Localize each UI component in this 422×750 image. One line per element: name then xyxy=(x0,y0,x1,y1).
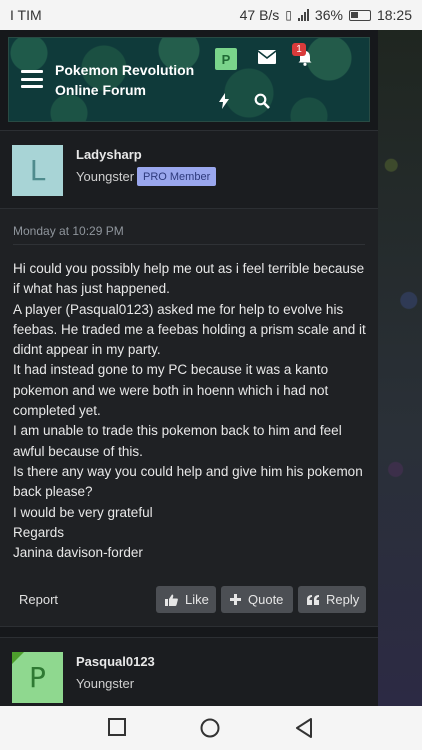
battery-percent: 36% xyxy=(314,7,343,23)
battery-icon xyxy=(348,9,371,21)
clock: 18:25 xyxy=(376,7,412,23)
post-paragraph: Regards xyxy=(13,524,65,540)
post-paragraph: Is there any way you could help and give… xyxy=(13,463,363,500)
avatar[interactable]: L xyxy=(12,145,63,196)
post: P Pasqual0123 Youngster xyxy=(0,637,378,716)
post-date[interactable]: Monday at 10:29 PM xyxy=(13,224,124,238)
background-artwork xyxy=(378,30,422,706)
username-link[interactable]: Ladysharp xyxy=(76,147,142,162)
plus-icon xyxy=(230,594,241,605)
post-paragraph: Janina davison-forder xyxy=(13,545,143,561)
forum-title[interactable]: Pokemon Revolution Online Forum xyxy=(55,60,215,100)
network-speed: 47 B/s xyxy=(239,7,280,23)
system-navigation-bar xyxy=(0,706,422,750)
user-title: Youngster xyxy=(76,676,135,691)
status-bar: I TIM 47 B/s ▯ 36% 18:25 xyxy=(0,0,422,30)
menu-icon[interactable] xyxy=(21,70,43,88)
carrier-label: I TIM xyxy=(10,7,42,23)
forum-title-line1: Pokemon Revolution xyxy=(55,62,195,78)
post-paragraph: It had instead gone to my PC because it … xyxy=(13,362,329,419)
home-icon[interactable] xyxy=(200,718,220,743)
thumbs-up-icon xyxy=(165,594,178,606)
avatar[interactable]: P xyxy=(12,652,63,703)
forum-title-line2: Online Forum xyxy=(55,82,146,98)
profile-avatar[interactable]: P xyxy=(215,48,237,70)
username-link[interactable]: Pasqual0123 xyxy=(76,654,155,669)
post-body: Hi could you possibly help me out as i f… xyxy=(13,259,371,563)
notification-count: 1 xyxy=(292,43,306,56)
signal-icon xyxy=(297,9,309,21)
vibrate-icon: ▯ xyxy=(285,8,292,22)
back-icon[interactable] xyxy=(295,718,313,743)
user-title: Youngster xyxy=(76,169,135,184)
like-button[interactable]: Like xyxy=(156,586,216,613)
lightning-icon[interactable] xyxy=(218,93,230,109)
post-author-block: P Pasqual0123 Youngster xyxy=(0,638,378,716)
divider xyxy=(13,244,365,245)
quote-marks-icon xyxy=(307,594,319,605)
like-label: Like xyxy=(185,592,209,607)
quote-label: Quote xyxy=(248,592,284,607)
post-author-block: L Ladysharp Youngster PRO Member xyxy=(0,131,378,209)
post-paragraph: I would be very grateful xyxy=(13,504,153,520)
post-paragraph: Hi could you possibly help me out as i f… xyxy=(13,261,365,297)
post-paragraph: A player (Pasqual0123) asked me for help… xyxy=(13,301,366,358)
search-icon[interactable] xyxy=(254,93,270,109)
forum-header: Pokemon Revolution Online Forum P 1 xyxy=(8,37,370,122)
post: L Ladysharp Youngster PRO Member Monday … xyxy=(0,130,378,627)
recent-apps-icon[interactable] xyxy=(108,718,126,741)
post-paragraph: I am unable to trade this pokemon back t… xyxy=(13,423,342,459)
user-badge: PRO Member xyxy=(137,167,217,186)
reply-button[interactable]: Reply xyxy=(298,586,366,613)
report-link[interactable]: Report xyxy=(19,592,58,607)
mail-icon[interactable] xyxy=(258,50,276,64)
reply-label: Reply xyxy=(326,592,360,607)
quote-button[interactable]: Quote xyxy=(221,586,293,613)
